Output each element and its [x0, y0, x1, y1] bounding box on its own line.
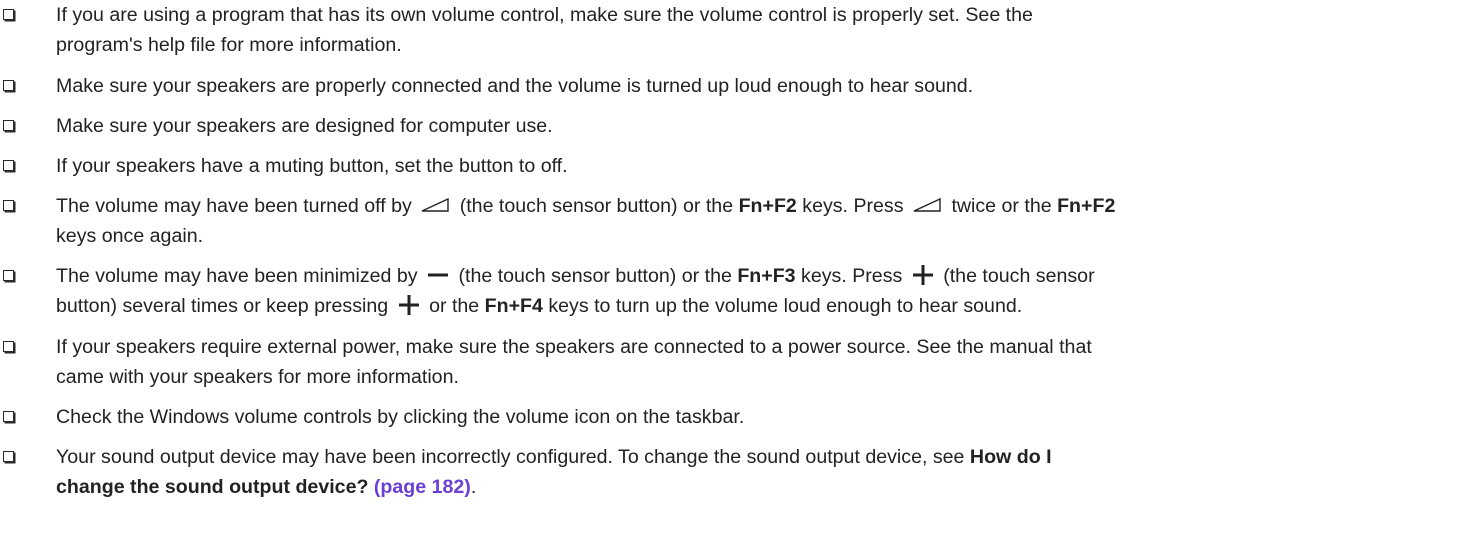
key-combo: Fn+F2 — [738, 195, 797, 217]
text-line: If your speakers have a muting button, s… — [56, 155, 568, 177]
text-line: button) several times or keep pressing o… — [56, 291, 1454, 321]
text-span: The volume may have been turned off by — [56, 195, 412, 217]
checklist-item-text: Check the Windows volume controls by cli… — [56, 402, 1454, 432]
checklist-item-text: Your sound output device may have been i… — [56, 442, 1454, 502]
topic-title: How do I — [969, 446, 1052, 468]
text-span: (the touch sensor button) or the — [459, 195, 734, 217]
text-span: (the touch sensor button) or the — [458, 265, 732, 287]
checklist-item-text: If your speakers require external power,… — [56, 332, 1454, 392]
checkbox-bullet-icon — [3, 120, 14, 131]
text-line: Make sure your speakers are designed for… — [56, 115, 553, 137]
text-line: The volume may have been turned off by (… — [56, 191, 1454, 221]
text-span: keys. Press — [801, 265, 903, 287]
checkbox-bullet-icon — [3, 160, 14, 171]
text-span: Your sound output device may have been i… — [56, 446, 965, 468]
text-span: keys. Press — [802, 195, 904, 217]
key-combo: Fn+F3 — [737, 265, 796, 287]
checkbox-bullet-icon — [3, 80, 14, 91]
plus-icon — [912, 264, 933, 285]
checkbox-bullet-icon — [3, 411, 14, 422]
volume-ramp-icon — [421, 197, 449, 212]
checkbox-bullet-icon — [3, 451, 14, 462]
text-span: button) several times or keep pressing — [56, 295, 389, 317]
volume-ramp-icon — [913, 197, 941, 212]
text-line: Make sure your speakers are properly con… — [56, 75, 974, 97]
checklist-item-text: Make sure your speakers are designed for… — [56, 111, 1454, 141]
text-span: (the touch sensor — [943, 265, 1095, 287]
checklist-item-text: If you are using a program that has its … — [56, 0, 1454, 60]
minus-icon — [428, 273, 449, 277]
checkbox-bullet-icon — [3, 9, 14, 20]
text-span: . — [470, 476, 477, 498]
text-line: change the sound output device? (page 18… — [56, 472, 1454, 502]
text-span: twice or the — [951, 195, 1052, 217]
checkbox-bullet-icon — [3, 341, 14, 352]
text-span: The volume may have been minimized by — [56, 265, 418, 287]
text-line: Your sound output device may have been i… — [56, 442, 1454, 472]
checklist-item-text: Make sure your speakers are properly con… — [56, 71, 1454, 101]
topic-title: change the sound output device? — [56, 476, 369, 498]
text-line: came with your speakers for more informa… — [56, 366, 459, 388]
key-combo: Fn+F2 — [1057, 195, 1116, 217]
text-line: If your speakers require external power,… — [56, 336, 1092, 358]
page-reference-link[interactable]: (page 182) — [374, 476, 471, 498]
checklist-item-text: The volume may have been turned off by (… — [56, 191, 1454, 251]
troubleshooting-checklist: If you are using a program that has its … — [0, 0, 1458, 543]
key-combo: Fn+F4 — [484, 295, 543, 317]
text-line: If you are using a program that has its … — [56, 4, 1033, 26]
checklist-item-text: The volume may have been minimized by (t… — [56, 261, 1454, 321]
text-line: Check the Windows volume controls by cli… — [56, 406, 745, 428]
checklist-item-text: If your speakers have a muting button, s… — [56, 151, 1454, 181]
text-line: keys once again. — [56, 225, 204, 247]
text-line: The volume may have been minimized by (t… — [56, 261, 1454, 291]
text-span: or the — [429, 295, 480, 317]
checkbox-bullet-icon — [3, 270, 14, 281]
plus-icon — [398, 294, 419, 315]
text-line: program's help file for more information… — [56, 34, 402, 56]
checkbox-bullet-icon — [3, 200, 14, 211]
text-span: keys to turn up the volume loud enough t… — [548, 295, 1023, 317]
